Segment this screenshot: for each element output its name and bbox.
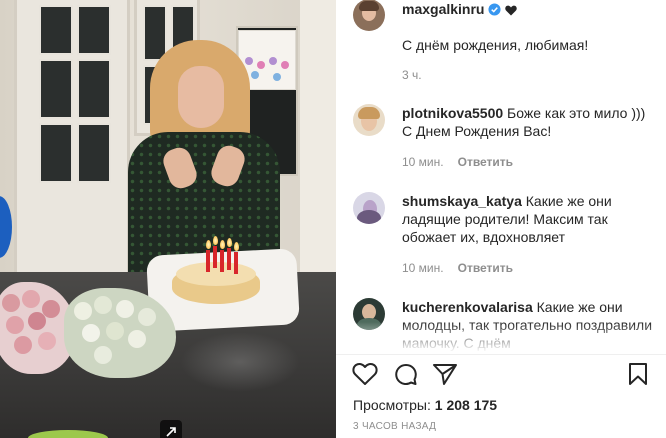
- paper-plane-icon: [433, 364, 457, 385]
- heart-outline-icon: [352, 362, 378, 385]
- comment-item: shumskaya_katya Какие же они ладящие род…: [353, 192, 657, 246]
- author-avatar[interactable]: [353, 0, 385, 31]
- post-timestamp[interactable]: 3 ЧАСОВ НАЗАД: [353, 421, 436, 432]
- views-number: 1 208 175: [434, 397, 498, 413]
- expand-arrow-icon: [166, 427, 176, 437]
- views-label: Просмотры:: [353, 397, 431, 413]
- expand-video-button[interactable]: [160, 420, 182, 438]
- comment-username[interactable]: shumskaya_katya: [402, 193, 522, 209]
- comments-fade: [336, 322, 666, 356]
- caption-text: С днём рождения, любимая!: [402, 37, 589, 53]
- caption-row: maxgalkinru: [353, 0, 657, 31]
- post-info-panel: maxgalkinru С днём рождения, любимая! 3 …: [336, 0, 666, 438]
- comment-username[interactable]: plotnikova5500: [402, 105, 503, 121]
- action-bar: [352, 362, 652, 388]
- black-heart-icon: [505, 5, 518, 16]
- comment-meta: 10 мин. Ответить: [402, 155, 513, 169]
- comment-button[interactable]: [392, 362, 418, 389]
- divider: [336, 354, 666, 355]
- comment-bubble-icon: [395, 364, 417, 386]
- comment-meta: 10 мин. Ответить: [402, 261, 513, 275]
- like-button[interactable]: [352, 362, 378, 389]
- reply-button[interactable]: Ответить: [458, 155, 513, 169]
- comment-username[interactable]: kucherenkovalarisa: [402, 299, 533, 315]
- comment-item: plotnikova5500 Боже как это мило ))) С Д…: [353, 104, 657, 140]
- bookmark-icon: [629, 363, 647, 385]
- woman-face: [178, 66, 224, 128]
- share-button[interactable]: [432, 362, 458, 389]
- author-username[interactable]: maxgalkinru: [402, 1, 484, 17]
- wall-panel: [300, 0, 336, 290]
- reply-button[interactable]: Ответить: [458, 261, 513, 275]
- save-button[interactable]: [627, 362, 649, 389]
- verified-badge-icon: [488, 3, 502, 16]
- views-count: Просмотры: 1 208 175: [353, 397, 497, 413]
- commenter-avatar[interactable]: [353, 104, 385, 136]
- glass-door-left: [14, 0, 130, 276]
- commenter-avatar[interactable]: [353, 192, 385, 224]
- comment-time: 10 мин.: [402, 155, 444, 169]
- caption-time: 3 ч.: [402, 68, 422, 82]
- post-video[interactable]: [0, 0, 336, 438]
- comment-time: 10 мин.: [402, 261, 444, 275]
